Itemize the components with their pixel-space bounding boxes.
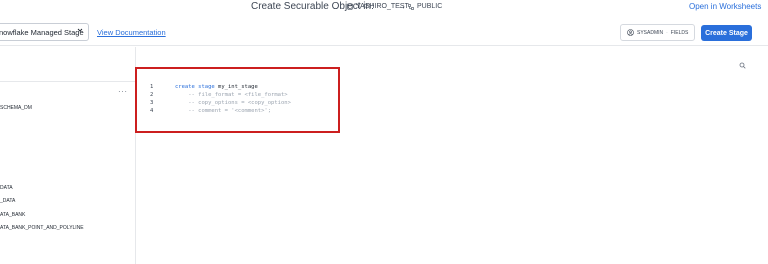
- user-icon: [627, 29, 634, 36]
- more-options-icon[interactable]: ···: [118, 87, 128, 96]
- schema-icon: [408, 3, 414, 10]
- search-icon[interactable]: [739, 56, 746, 74]
- role-separator: ·: [666, 29, 668, 36]
- code-line: create stage my_int_stage: [175, 84, 258, 90]
- warehouse-name: FIELDS: [670, 29, 689, 36]
- line-number: 4: [150, 108, 154, 114]
- tree-item[interactable]: SCHEMA_DM: [0, 105, 32, 111]
- line-number: 2: [150, 92, 154, 98]
- tree-item[interactable]: ATA_BANK_POINT_AND_POLYLINE: [0, 225, 84, 231]
- tree-item[interactable]: DATA: [0, 185, 13, 191]
- toolbar: nowflake Managed Stage View Documentatio…: [0, 20, 768, 46]
- title-bar: Create Securable Object in: YASHIRO_TEST…: [0, 0, 768, 14]
- role-warehouse-selector[interactable]: SYSADMIN · FIELDS: [620, 24, 695, 41]
- chevron-down-icon: [77, 27, 83, 35]
- role-name: SYSADMIN: [637, 29, 664, 36]
- database-icon: [347, 3, 353, 10]
- code-keyword: create stage: [175, 84, 215, 90]
- code-comment-line: -- copy_options = <copy_option>: [175, 100, 291, 106]
- stage-type-select[interactable]: nowflake Managed Stage: [0, 23, 89, 41]
- panel-divider: [0, 81, 136, 82]
- line-number: 3: [150, 100, 154, 106]
- view-documentation-link[interactable]: View Documentation: [97, 28, 166, 37]
- create-stage-button[interactable]: Create Stage: [701, 25, 752, 41]
- line-number: 1: [150, 84, 154, 90]
- breadcrumb-arrow: →: [398, 2, 406, 11]
- code-comment-line: -- file_format = <file_format>: [175, 92, 288, 98]
- open-in-worksheets-link[interactable]: Open in Worksheets: [689, 2, 761, 11]
- code-comment-line: -- comment = '<comment>';: [175, 108, 272, 114]
- schema-name: PUBLIC: [417, 3, 443, 10]
- breadcrumb-schema[interactable]: PUBLIC: [408, 3, 442, 10]
- object-explorer-panel: ··· SCHEMA_DM DATA _DATA ATA_BANK ATA_BA…: [0, 47, 136, 264]
- stage-type-value: nowflake Managed Stage: [0, 27, 84, 37]
- tree-item[interactable]: _DATA: [0, 198, 15, 204]
- tree-item[interactable]: ATA_BANK: [0, 212, 25, 218]
- code-identifier: my_int_stage: [214, 84, 258, 90]
